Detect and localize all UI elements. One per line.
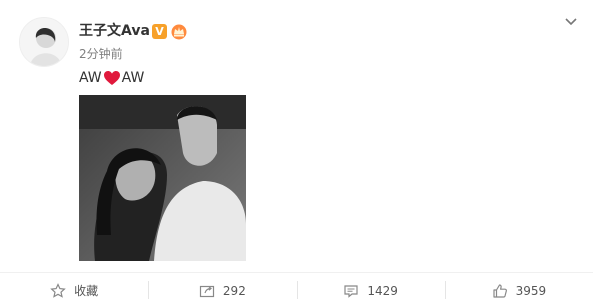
repost-icon: [199, 285, 215, 297]
comment-count: 1429: [367, 283, 398, 298]
post-text: AW AW: [79, 68, 144, 88]
author-name[interactable]: 王子文Ava: [79, 22, 150, 40]
favorite-label: 收藏: [74, 284, 99, 298]
heart-icon: [103, 71, 120, 85]
crown-icon: [171, 24, 187, 40]
like-button[interactable]: 3959: [444, 275, 593, 306]
like-icon: [492, 283, 507, 298]
like-count: 3959: [515, 283, 547, 298]
star-icon: [50, 282, 66, 298]
post-photo[interactable]: [79, 95, 246, 261]
favorite-button[interactable]: 收藏: [0, 275, 148, 306]
comment-button[interactable]: 1429: [296, 275, 445, 306]
repost-count: 292: [222, 283, 246, 298]
repost-button[interactable]: 292: [148, 275, 296, 306]
action-bar: 收藏 292 1429 3959: [0, 275, 593, 306]
comment-icon: [344, 284, 358, 298]
post-text-right: AW: [121, 70, 145, 86]
divider: [0, 272, 593, 273]
verified-badge: V: [152, 24, 167, 39]
post-text-left: AW: [79, 70, 102, 86]
post-time[interactable]: 2分钟前: [79, 47, 123, 61]
avatar[interactable]: [19, 17, 69, 67]
chevron-down-icon[interactable]: [563, 14, 579, 30]
